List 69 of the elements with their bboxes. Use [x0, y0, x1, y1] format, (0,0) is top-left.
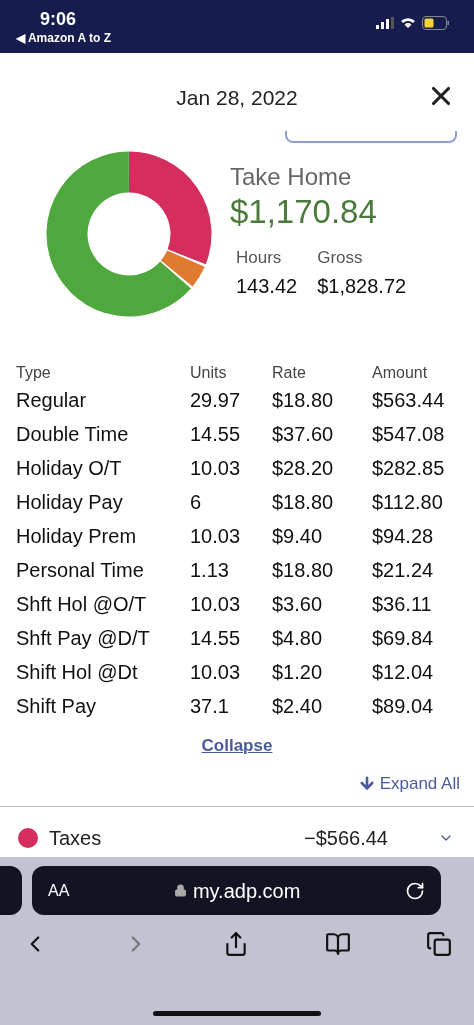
table-cell-text: $18.80	[272, 388, 335, 413]
table-cell-text: 10.03	[190, 660, 242, 685]
url-text: my.adp.com	[192, 878, 301, 904]
gross-label: Gross	[317, 247, 364, 269]
table-cell-text: $563.44	[372, 388, 446, 413]
table-cell-text: $94.28	[372, 524, 435, 549]
text-size-button[interactable]: AA	[48, 878, 70, 903]
table-cell-text: Shft Hol @O/T	[16, 592, 148, 617]
table-cell-text: 10.03	[190, 524, 242, 549]
table-cell-text: $9.40	[272, 524, 324, 549]
table-cell-text: $12.04	[372, 660, 435, 685]
reload-icon[interactable]	[405, 880, 425, 901]
table-cell-text: Shift Pay	[16, 694, 98, 719]
table-cell-text: 14.55	[190, 626, 242, 651]
wifi-icon	[400, 16, 416, 29]
table-cell-text: $89.04	[372, 694, 435, 719]
table-cell-text: 1.13	[190, 558, 230, 583]
table-cell-text: $37.60	[272, 422, 335, 447]
address-bar[interactable]: AA my.adp.com	[32, 866, 441, 915]
table-cell-text: Regular	[16, 388, 88, 413]
table-cell-text: 10.03	[190, 592, 242, 617]
table-cell-text: $36.11	[372, 592, 433, 617]
back-to-app-link[interactable]: ◀ Amazon A to Z	[16, 30, 111, 46]
hours-value: 143.42	[236, 273, 298, 299]
bookmarks-icon[interactable]	[323, 931, 352, 957]
column-header: Type	[16, 363, 52, 383]
take-home-amount: $1,170.84	[230, 192, 378, 232]
table-cell-text: 10.03	[190, 456, 242, 481]
section-amount: −$566.44	[304, 826, 388, 851]
tabs-icon[interactable]	[426, 931, 452, 957]
hours-label: Hours	[236, 247, 283, 269]
section-label: Taxes	[49, 826, 102, 851]
table-cell-text: $18.80	[272, 558, 335, 583]
previous-tab-pill[interactable]	[0, 866, 22, 915]
table-cell-text: $3.60	[272, 592, 324, 617]
table-cell-text: $2.40	[272, 694, 324, 719]
column-header: Units	[190, 363, 228, 383]
table-cell-text: $282.85	[372, 456, 446, 481]
status-time: 9:06	[40, 8, 78, 30]
pay-date-title: Jan 28, 2022	[176, 85, 298, 112]
table-cell-text: Double Time	[16, 422, 130, 447]
table-cell-text: Personal Time	[16, 558, 145, 583]
collapse-link[interactable]: Collapse	[201, 733, 273, 759]
table-cell-text: Shft Pay @D/T	[16, 626, 151, 651]
table-cell-text: $1.20	[272, 660, 324, 685]
take-home-label: Take Home	[230, 163, 353, 191]
table-cell-text: 29.97	[190, 388, 242, 413]
table-cell-text: $28.20	[272, 456, 335, 481]
table-cell-text: $4.80	[272, 626, 324, 651]
table-cell-text: $547.08	[372, 422, 446, 447]
share-icon[interactable]	[223, 931, 249, 957]
table-cell-text: Holiday Pay	[16, 490, 124, 515]
signal-icon	[376, 16, 394, 29]
gross-value: $1,828.72	[317, 273, 407, 299]
table-cell-text: 14.55	[190, 422, 242, 447]
column-header: Amount	[372, 363, 429, 383]
lock-icon	[173, 884, 187, 897]
table-cell-text: Holiday O/T	[16, 456, 123, 481]
column-header: Rate	[272, 363, 307, 383]
table-cell-text: $21.24	[372, 558, 435, 583]
table-cell-text: 37.1	[190, 694, 230, 719]
table-cell-text: $112.80	[372, 490, 444, 515]
table-cell-text: $18.80	[272, 490, 335, 515]
table-cell-text: Holiday Prem	[16, 524, 138, 549]
table-cell-text: 6	[190, 490, 203, 515]
battery-icon	[422, 15, 450, 30]
table-cell-text: Shift Hol @Dt	[16, 660, 139, 685]
expand-all-button[interactable]: Expand All	[357, 770, 460, 796]
table-cell-text: $69.84	[372, 626, 435, 651]
